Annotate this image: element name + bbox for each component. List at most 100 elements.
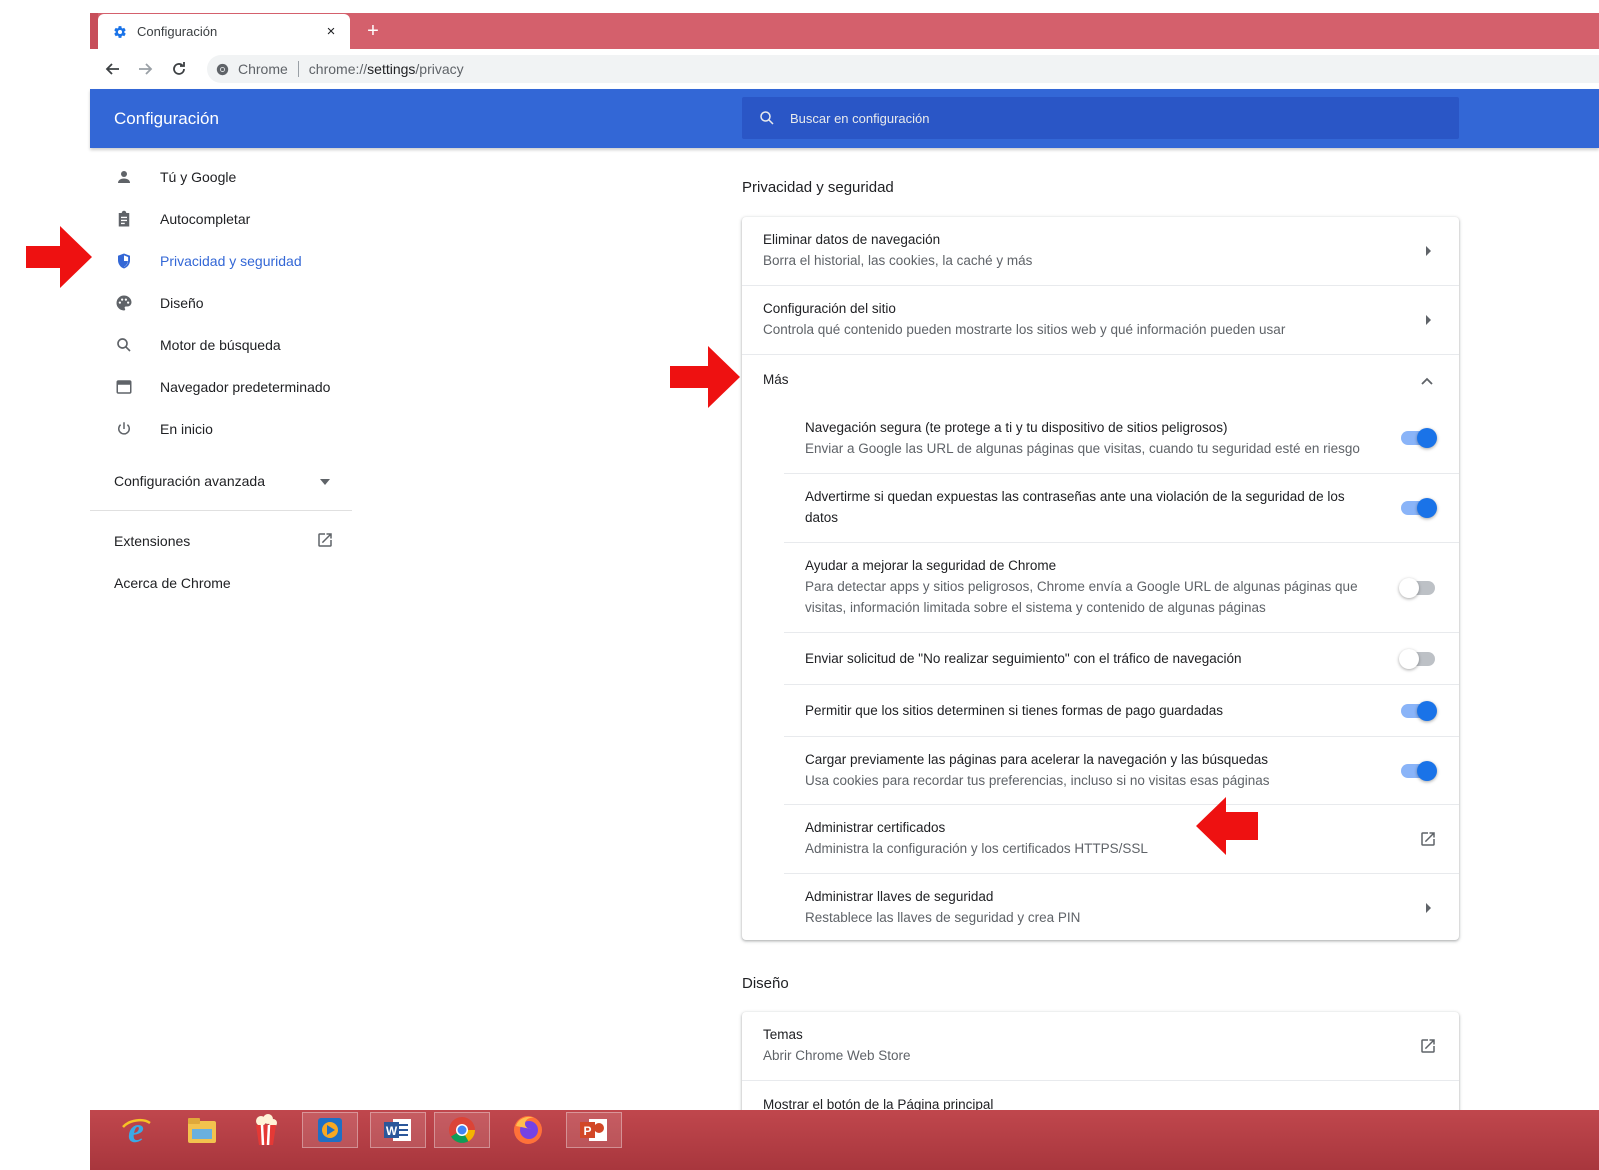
annotation-arrow-left: [1196, 797, 1258, 855]
sidebar-item-label: Privacidad y seguridad: [160, 253, 302, 269]
arrow-right-icon: [139, 63, 153, 75]
row-desc: Para detectar apps y sitios peligrosos, …: [805, 579, 1358, 615]
row-safe-browsing[interactable]: Navegación segura (te protege a ti y tu …: [784, 404, 1459, 473]
address-bar[interactable]: Chrome chrome://settings/privacy: [207, 55, 1599, 83]
row-desc: Restablece las llaves de seguridad y cre…: [805, 910, 1081, 925]
row-title: Eliminar datos de navegación: [763, 232, 941, 247]
media-player-icon: [318, 1118, 342, 1142]
omnibox-url: chrome://settings/privacy: [308, 61, 464, 77]
reload-icon: [173, 62, 185, 75]
file-explorer-icon: [188, 1118, 216, 1143]
taskbar-file-explorer[interactable]: [174, 1112, 230, 1148]
sidebar-item-on-startup[interactable]: En inicio: [90, 408, 352, 450]
search-icon: [114, 335, 134, 355]
row-title: Temas: [763, 1027, 803, 1042]
row-site-settings[interactable]: Configuración del sitio Controla qué con…: [742, 285, 1459, 354]
powerpoint-icon: P: [580, 1119, 607, 1141]
search-icon: [760, 111, 774, 125]
sidebar-item-label: Navegador predeterminado: [160, 379, 331, 395]
sidebar-item-label: Diseño: [160, 295, 204, 311]
caret-down-icon[interactable]: [320, 478, 330, 486]
row-preload-pages[interactable]: Cargar previamente las páginas para acel…: [784, 736, 1459, 804]
row-title: Cargar previamente las páginas para acel…: [805, 752, 1269, 767]
row-title: Ayudar a mejorar la seguridad de Chrome: [805, 558, 1057, 573]
shield-icon: [114, 251, 134, 271]
external-link-icon: [1421, 1039, 1435, 1053]
row-password-leak[interactable]: Advertirme si quedan expuestas las contr…: [784, 473, 1459, 542]
row-title: Permitir que los sitios determinen si ti…: [805, 703, 1223, 718]
sidebar-about[interactable]: Acerca de Chrome: [114, 575, 231, 591]
arrow-left-icon: [105, 63, 119, 75]
external-link-icon: [1421, 832, 1435, 846]
gear-icon: [112, 24, 128, 40]
omnibox-separator: [297, 61, 299, 77]
chrome-icon: [449, 1117, 476, 1143]
toggle-preload-pages[interactable]: [1401, 761, 1437, 781]
section-title-privacy: Privacidad y seguridad: [742, 179, 894, 196]
section-title-appearance: Diseño: [742, 975, 789, 992]
sidebar-item-you-and-google[interactable]: Tú y Google: [90, 156, 352, 198]
taskbar-word[interactable]: W: [370, 1112, 426, 1148]
taskbar-popcorn-app[interactable]: [238, 1112, 294, 1148]
sidebar-extensions[interactable]: Extensiones: [114, 533, 190, 549]
sidebar-advanced[interactable]: Configuración avanzada: [114, 473, 265, 489]
chrome-icon: [215, 62, 229, 76]
sidebar-item-search-engine[interactable]: Motor de búsqueda: [90, 324, 352, 366]
sidebar-item-label: Autocompletar: [160, 211, 251, 227]
row-title: Más: [763, 372, 789, 387]
svg-text:W: W: [386, 1124, 398, 1138]
taskbar-chrome[interactable]: [434, 1112, 490, 1148]
row-clear-browsing-data[interactable]: Eliminar datos de navegación Borra el hi…: [742, 217, 1459, 285]
back-button[interactable]: [100, 56, 124, 82]
palette-icon: [114, 293, 134, 313]
row-title: Administrar llaves de seguridad: [805, 889, 994, 904]
row-manage-certificates[interactable]: Administrar certificados Administra la c…: [784, 804, 1459, 873]
word-icon: W: [384, 1119, 411, 1141]
toggle-payment-methods[interactable]: [1401, 701, 1437, 721]
omnibox-site-label: Chrome: [238, 61, 288, 77]
privacy-card: Eliminar datos de navegación Borra el hi…: [742, 217, 1459, 940]
taskbar-powerpoint[interactable]: P: [566, 1112, 622, 1148]
tab-settings[interactable]: Configuración ×: [98, 14, 350, 49]
new-tab-button[interactable]: +: [362, 20, 384, 42]
tab-strip-edge: [90, 13, 98, 49]
chevron-right-icon: [1426, 903, 1431, 913]
clipboard-icon: [114, 209, 134, 229]
sidebar-item-label: En inicio: [160, 421, 213, 437]
row-title: Navegación segura (te protege a ti y tu …: [805, 420, 1228, 435]
toggle-improve-security[interactable]: [1399, 578, 1435, 598]
chevron-right-icon: [1426, 246, 1431, 256]
row-themes[interactable]: Temas Abrir Chrome Web Store: [742, 1012, 1459, 1080]
sidebar-item-privacy[interactable]: Privacidad y seguridad: [90, 240, 352, 282]
svg-text:e: e: [128, 1113, 144, 1147]
sidebar-item-default-browser[interactable]: Navegador predeterminado: [90, 366, 352, 408]
search-input[interactable]: [790, 110, 1390, 126]
settings-search[interactable]: [742, 97, 1459, 139]
row-do-not-track[interactable]: Enviar solicitud de "No realizar seguimi…: [784, 632, 1459, 684]
sidebar-item-appearance[interactable]: Diseño: [90, 282, 352, 324]
close-icon[interactable]: ×: [322, 22, 340, 40]
browser-window-icon: [114, 377, 134, 397]
taskbar-media-player[interactable]: [302, 1112, 358, 1148]
row-payment-methods[interactable]: Permitir que los sitios determinen si ti…: [784, 684, 1459, 736]
toggle-do-not-track[interactable]: [1399, 649, 1435, 669]
taskbar-internet-explorer[interactable]: e: [108, 1112, 164, 1148]
row-improve-security[interactable]: Ayudar a mejorar la seguridad de Chrome …: [784, 542, 1459, 632]
row-security-keys[interactable]: Administrar llaves de seguridad Restable…: [784, 873, 1459, 940]
toggle-password-leak[interactable]: [1401, 498, 1437, 518]
sidebar-item-autofill[interactable]: Autocompletar: [90, 198, 352, 240]
row-more-expander[interactable]: Más: [742, 354, 1459, 404]
row-desc: Usa cookies para recordar tus preferenci…: [805, 773, 1270, 788]
annotation-arrow-right: [670, 346, 740, 408]
external-link-icon[interactable]: [316, 531, 334, 549]
row-title: Administrar certificados: [805, 820, 946, 835]
toggle-safe-browsing[interactable]: [1401, 428, 1437, 448]
row-desc: Controla qué contenido pueden mostrarte …: [763, 322, 1286, 337]
screen: Configuración × + Chrome chrome://settin…: [0, 0, 1599, 1170]
taskbar-firefox[interactable]: [500, 1112, 556, 1148]
reload-button[interactable]: [167, 56, 191, 82]
sidebar-item-label: Motor de búsqueda: [160, 337, 281, 353]
forward-button[interactable]: [134, 56, 158, 82]
person-icon: [114, 167, 134, 187]
row-desc: Borra el historial, las cookies, la cach…: [763, 253, 1033, 268]
